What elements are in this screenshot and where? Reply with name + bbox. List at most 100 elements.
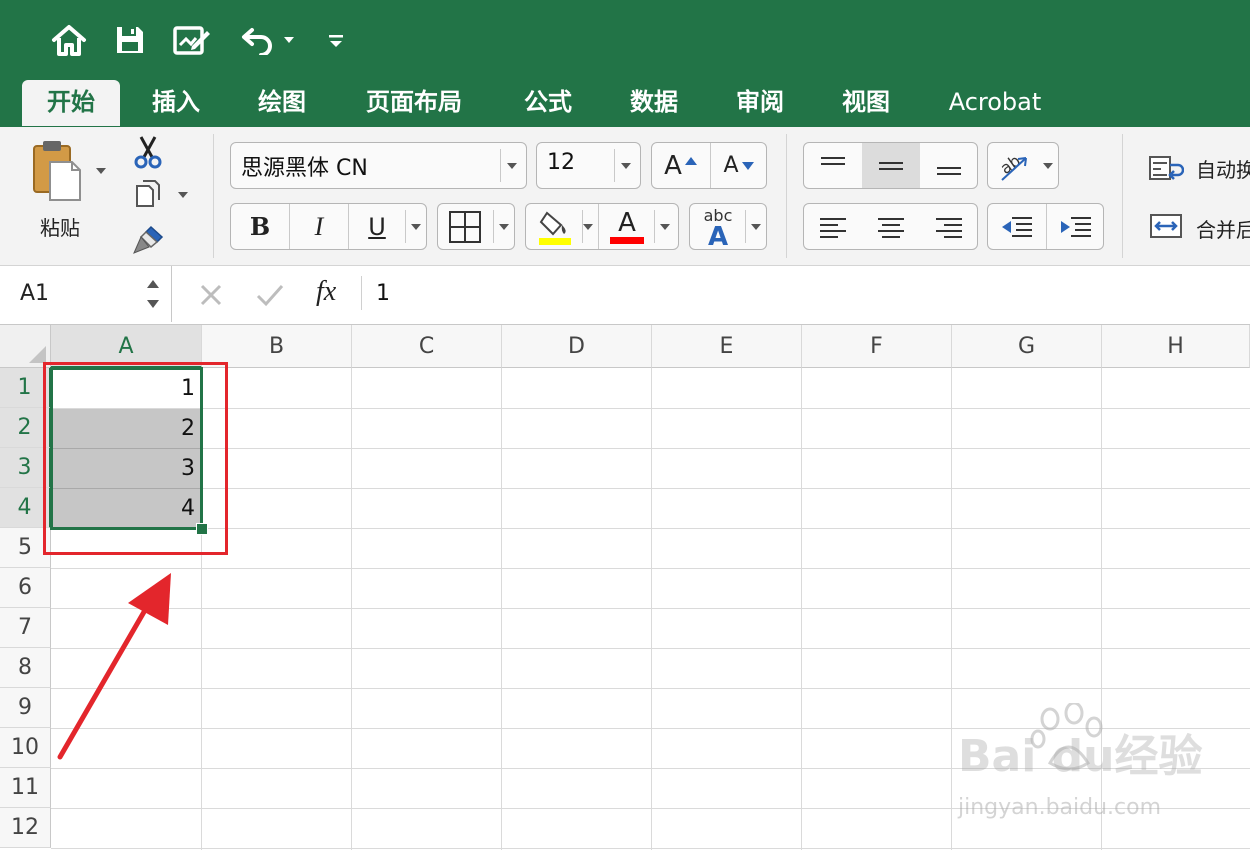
copy-dropdown-icon[interactable] [178,192,188,198]
decrease-font-button[interactable]: A [711,143,767,188]
fill-color-swatch [539,237,571,245]
color-buttons: A [525,203,679,250]
bold-button[interactable]: B [231,204,289,249]
wrap-text-icon[interactable] [1146,150,1186,186]
undo-dropdown-icon[interactable] [280,18,298,62]
borders-dropdown-icon[interactable] [499,224,509,230]
divider [614,149,615,182]
font-size-buttons: A A [651,142,767,189]
tab-formulas[interactable]: 公式 [504,80,592,126]
confirm-icon[interactable] [252,278,288,312]
font-size-select[interactable]: 12 [536,142,641,189]
format-painter-icon[interactable] [130,222,166,258]
wrap-text-label[interactable]: 自动换 [1196,154,1250,183]
phonetic-letter: A [707,222,729,252]
paste-button[interactable] [20,136,90,204]
tab-view[interactable]: 视图 [822,80,910,126]
increase-indent-button[interactable] [1047,204,1104,249]
save-icon[interactable] [110,18,150,62]
column-header-c[interactable]: C [352,325,502,368]
underline-button[interactable]: U [349,204,405,249]
increase-font-letter: A [664,150,682,181]
column-header-e[interactable]: E [652,325,802,368]
name-box[interactable]: A1 [0,266,172,322]
undo-icon[interactable] [236,18,280,62]
merge-center-label[interactable]: 合并后 [1196,214,1250,243]
customize-toolbar-icon[interactable] [324,18,348,62]
font-name-value: 思源黑体 CN [241,156,368,181]
clipboard-icon [33,141,81,201]
font-name-select[interactable]: 思源黑体 CN [230,142,527,189]
divider [405,210,406,243]
ribbon-separator [1122,134,1123,258]
align-left-icon [820,217,846,238]
increase-indent-icon [1060,216,1091,237]
row-header-12[interactable]: 12 [0,808,51,848]
text-orientation-icon: ab [997,151,1027,181]
font-color-swatch [610,237,644,244]
tab-acrobat[interactable]: Acrobat [936,80,1054,126]
font-size-dropdown-icon[interactable] [621,163,631,169]
align-right-icon [936,217,962,238]
ribbon-separator [213,134,214,258]
name-box-stepper-icon[interactable] [145,274,161,314]
divider [598,204,599,249]
column-header-d[interactable]: D [502,325,652,368]
tab-page-layout[interactable]: 页面布局 [348,80,480,126]
copy-icon[interactable] [130,178,166,214]
divider [500,149,501,182]
italic-button[interactable]: I [290,204,348,249]
column-header-h[interactable]: H [1102,325,1250,368]
decrease-indent-button[interactable] [988,204,1046,249]
fill-color-button[interactable] [528,204,582,249]
align-top-button[interactable] [804,143,862,188]
worksheet-grid[interactable]: A B C D E F G H 1 2 3 4 5 6 7 8 9 10 11 … [0,325,1250,850]
triangle-down-icon [741,161,754,170]
home-icon[interactable] [48,18,90,62]
decrease-indent-icon [1002,216,1032,237]
tab-home[interactable]: 开始 [22,80,120,126]
insert-function-button[interactable]: fx [316,276,336,308]
column-header-g[interactable]: G [952,325,1102,368]
font-color-button[interactable]: A [602,204,652,249]
divider [361,276,362,310]
align-right-button[interactable] [920,204,978,249]
increase-font-button[interactable]: A [652,143,710,188]
fill-color-dropdown-icon[interactable] [583,224,593,230]
orientation-button[interactable]: ab [987,142,1059,189]
font-style-buttons: B I U [230,203,427,250]
font-color-letter: A [618,208,636,238]
align-bottom-icon [937,166,961,175]
ribbon-separator [786,134,787,258]
align-middle-icon [879,161,903,170]
orientation-dropdown-icon[interactable] [1043,163,1053,169]
borders-button[interactable] [437,203,515,250]
tab-data[interactable]: 数据 [610,80,698,126]
font-color-dropdown-icon[interactable] [660,224,670,230]
align-center-button[interactable] [862,204,920,249]
paw-logo-icon [1030,703,1103,771]
phonetic-dropdown-icon[interactable] [751,224,761,230]
underline-dropdown-icon[interactable] [411,224,421,230]
align-top-icon [821,156,845,165]
paste-label: 粘贴 [40,216,80,240]
triangle-up-icon [684,156,697,165]
formula-bar [0,265,1250,325]
cancel-icon[interactable] [194,278,228,312]
tab-review[interactable]: 审阅 [716,80,804,126]
align-middle-button[interactable] [862,143,920,188]
font-name-dropdown-icon[interactable] [507,163,517,169]
align-bottom-button[interactable] [920,143,978,188]
formula-input[interactable]: 1 [376,281,390,306]
merge-center-icon[interactable] [1146,208,1186,244]
cut-icon[interactable] [130,134,166,170]
column-header-f[interactable]: F [802,325,952,368]
review-edit-icon[interactable] [170,18,214,62]
paste-dropdown-icon[interactable] [96,168,106,174]
divider [493,210,494,243]
align-left-button[interactable] [804,204,862,249]
font-size-value: 12 [547,150,575,175]
phonetic-button[interactable]: abc A [689,203,767,250]
tab-insert[interactable]: 插入 [132,80,220,126]
tab-draw[interactable]: 绘图 [238,80,326,126]
